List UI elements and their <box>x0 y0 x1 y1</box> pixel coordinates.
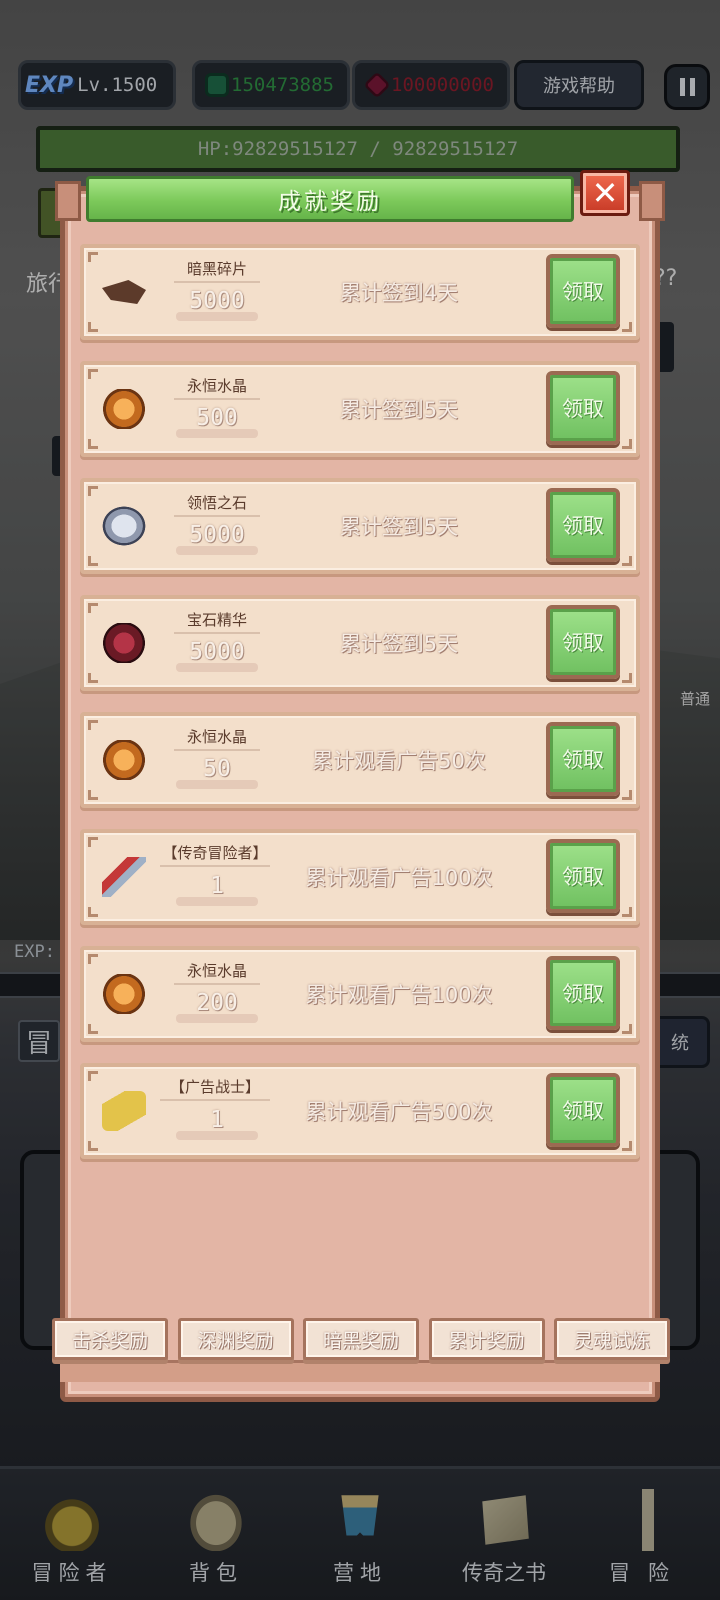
reward-condition: 累计签到5天 <box>339 515 459 539</box>
item-quantity: 5000 <box>189 288 245 314</box>
item-name: 暗黑碎片 <box>174 258 260 283</box>
reward-card: 【广告战士】 1 累计观看广告500次 领取 <box>80 1063 640 1159</box>
reward-condition: 累计签到5天 <box>339 398 459 422</box>
reward-condition: 累计观看广告100次 <box>305 983 493 1007</box>
reward-card: 【传奇冒险者】 1 累计观看广告100次 领取 <box>80 829 640 925</box>
tab-kill-rewards[interactable]: 击杀奖励 <box>52 1318 168 1360</box>
reward-list: 暗黑碎片 5000 累计签到4天 领取 永恒水晶 500 累计签到5天 领取 领… <box>80 244 640 1180</box>
reward-tabs: 击杀奖励 深渊奖励 暗黑奖励 累计奖励 灵魂试炼 <box>52 1318 670 1374</box>
item-name: 永恒水晶 <box>174 960 260 985</box>
item-quantity: 200 <box>196 990 238 1016</box>
reward-card: 永恒水晶 500 累计签到5天 领取 <box>80 361 640 457</box>
tab-abyss-rewards[interactable]: 深渊奖励 <box>177 1318 294 1360</box>
tab-soul-trial[interactable]: 灵魂试炼 <box>554 1318 670 1360</box>
reward-condition: 累计签到4天 <box>339 281 459 305</box>
item-name: 领悟之石 <box>174 492 260 517</box>
eternal-crystal-icon <box>102 974 146 1014</box>
dark-shard-icon <box>102 280 146 304</box>
item-name: 永恒水晶 <box>174 726 260 751</box>
item-quantity: 1 <box>210 873 224 899</box>
item-name: 【广告战士】 <box>160 1077 270 1101</box>
claim-button[interactable]: 领取 <box>546 488 620 562</box>
insight-stone-icon <box>102 506 146 546</box>
claim-button[interactable]: 领取 <box>546 956 620 1030</box>
reward-condition: 累计观看广告100次 <box>305 866 493 890</box>
tab-dark-rewards[interactable]: 暗黑奖励 <box>303 1318 419 1360</box>
reward-condition: 累计观看广告50次 <box>312 749 486 773</box>
eternal-crystal-icon <box>102 389 146 429</box>
close-icon: ✕ <box>591 174 619 212</box>
modal-title: 成就奖励 <box>86 176 574 222</box>
reward-card: 宝石精华 5000 累计签到5天 领取 <box>80 595 640 691</box>
item-name: 宝石精华 <box>174 609 260 634</box>
reward-condition: 累计签到5天 <box>339 632 459 656</box>
gem-essence-icon <box>102 623 146 663</box>
reward-card: 永恒水晶 50 累计观看广告50次 领取 <box>80 712 640 808</box>
claim-button[interactable]: 领取 <box>546 839 620 913</box>
item-name: 【传奇冒险者】 <box>160 843 270 867</box>
legend-sword-icon <box>102 857 146 897</box>
claim-button[interactable]: 领取 <box>546 1073 620 1147</box>
claim-button[interactable]: 领取 <box>546 254 620 328</box>
claim-button[interactable]: 领取 <box>546 371 620 445</box>
modal-corner <box>639 181 665 221</box>
scroll-icon <box>102 1091 146 1131</box>
reward-condition: 累计观看广告500次 <box>305 1100 493 1124</box>
reward-card: 永恒水晶 200 累计观看广告100次 领取 <box>80 946 640 1042</box>
item-quantity: 1 <box>210 1107 224 1133</box>
close-button[interactable]: ✕ <box>580 170 630 216</box>
modal-corner <box>55 181 81 221</box>
item-quantity: 5000 <box>189 639 245 665</box>
reward-card: 领悟之石 5000 累计签到5天 领取 <box>80 478 640 574</box>
claim-button[interactable]: 领取 <box>546 605 620 679</box>
item-name: 永恒水晶 <box>174 375 260 400</box>
reward-card: 暗黑碎片 5000 累计签到4天 领取 <box>80 244 640 340</box>
item-quantity: 500 <box>196 405 238 431</box>
eternal-crystal-icon <box>102 740 146 780</box>
tab-cumulative-rewards[interactable]: 累计奖励 <box>428 1318 545 1360</box>
item-quantity: 5000 <box>189 522 245 548</box>
claim-button[interactable]: 领取 <box>546 722 620 796</box>
item-quantity: 50 <box>203 756 231 782</box>
